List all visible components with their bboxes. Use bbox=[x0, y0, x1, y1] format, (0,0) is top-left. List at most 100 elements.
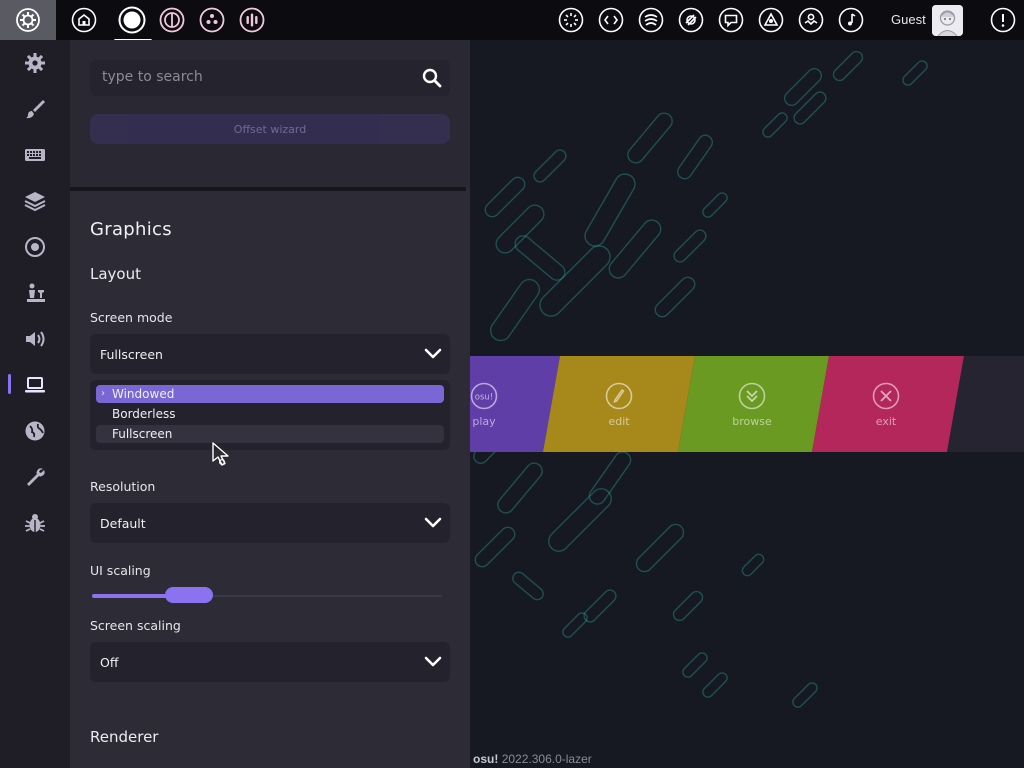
laptop-icon bbox=[25, 377, 45, 393]
bug-icon bbox=[25, 514, 45, 532]
changelog-icon bbox=[598, 7, 624, 33]
screen-mode-option-fullscreen[interactable]: Fullscreen bbox=[96, 425, 444, 443]
chat-icon bbox=[718, 7, 744, 33]
screen-scaling-value: Off bbox=[100, 655, 119, 670]
section-divider bbox=[70, 187, 466, 191]
sidebar-item-rulesets[interactable] bbox=[0, 270, 70, 316]
search-input[interactable] bbox=[102, 69, 402, 85]
sidebar-item-debug[interactable] bbox=[0, 500, 70, 546]
chevron-down-icon bbox=[424, 348, 442, 359]
sidebar-item-audio[interactable] bbox=[0, 316, 70, 362]
settings-icon bbox=[16, 8, 40, 32]
edit-label: edit bbox=[608, 414, 630, 428]
chevron-down-icon bbox=[424, 517, 442, 528]
offset-wizard-button[interactable]: Offset wizard bbox=[90, 114, 450, 144]
user-avatar[interactable] bbox=[932, 5, 963, 36]
version-label: osu! 2022.306.0-lazer bbox=[473, 752, 592, 766]
resolution-label: Resolution bbox=[90, 479, 156, 494]
screen-mode-menu: › Windowed Borderless Fullscreen bbox=[90, 380, 450, 450]
ruleset-taiko-button[interactable] bbox=[158, 0, 186, 40]
option-label: Borderless bbox=[112, 407, 176, 421]
screen-mode-option-borderless[interactable]: Borderless bbox=[96, 405, 444, 423]
ruleset-catch-button[interactable] bbox=[198, 0, 226, 40]
screen-mode-value: Fullscreen bbox=[100, 347, 163, 362]
resolution-value: Default bbox=[100, 516, 146, 531]
sidebar-item-general[interactable] bbox=[0, 40, 70, 86]
beatmap-listing-icon bbox=[678, 7, 704, 33]
changelog-button[interactable] bbox=[598, 0, 624, 40]
speaker-icon bbox=[26, 331, 45, 347]
sidebar-item-gameplay[interactable] bbox=[0, 224, 70, 270]
notifications-button[interactable] bbox=[990, 0, 1016, 40]
sidebar-item-skin[interactable] bbox=[0, 86, 70, 132]
music-icon bbox=[838, 7, 864, 33]
wrench-icon bbox=[27, 468, 45, 486]
ui-scaling-slider-knob[interactable] bbox=[164, 587, 213, 603]
active-section-indicator bbox=[8, 374, 11, 394]
news-button[interactable] bbox=[558, 0, 584, 40]
sidebar-item-maintenance-tools[interactable] bbox=[0, 454, 70, 500]
sidebar-item-graphics[interactable] bbox=[0, 362, 70, 408]
sidebar-item-input[interactable] bbox=[0, 132, 70, 178]
home-button[interactable] bbox=[70, 0, 98, 40]
toolbar: Guest bbox=[0, 0, 1024, 42]
social-button[interactable] bbox=[758, 0, 784, 40]
user-name-label[interactable]: Guest bbox=[891, 12, 926, 27]
section-title-graphics: Graphics bbox=[90, 219, 172, 240]
search-icon[interactable] bbox=[422, 68, 442, 88]
settings-panel: Offset wizard Graphics Layout Screen mod… bbox=[70, 40, 470, 768]
keyboard-icon bbox=[25, 149, 45, 161]
ruleset-mania-icon bbox=[239, 7, 265, 33]
browse-label: browse bbox=[732, 414, 772, 428]
chevron-down-icon bbox=[424, 656, 442, 667]
screen-mode-dropdown[interactable]: Fullscreen bbox=[90, 334, 450, 374]
exit-button[interactable]: exit bbox=[846, 356, 926, 452]
version-brand: osu! bbox=[473, 752, 499, 766]
osu-icon: osu! bbox=[470, 382, 498, 409]
avatar-image bbox=[932, 5, 963, 36]
chat-button[interactable] bbox=[718, 0, 744, 40]
rankings-icon bbox=[638, 7, 664, 33]
ui-scaling-label: UI scaling bbox=[90, 563, 151, 578]
browse-button[interactable]: browse bbox=[712, 356, 792, 452]
mouse-cursor-icon bbox=[212, 442, 229, 466]
screen-scaling-dropdown[interactable]: Off bbox=[90, 642, 450, 682]
option-label: Windowed bbox=[112, 387, 175, 401]
exit-icon bbox=[872, 382, 900, 409]
ruleset-osu-button[interactable] bbox=[118, 0, 146, 40]
rankings-button[interactable] bbox=[638, 0, 664, 40]
music-button[interactable] bbox=[838, 0, 864, 40]
chess-icon bbox=[27, 283, 45, 302]
settings-sidebar bbox=[0, 40, 70, 768]
ruleset-osu-icon bbox=[118, 6, 146, 34]
dashboard-button[interactable] bbox=[798, 0, 824, 40]
notification-icon bbox=[990, 7, 1016, 33]
ruleset-mania-button[interactable] bbox=[238, 0, 266, 40]
news-icon bbox=[558, 7, 584, 33]
cog-icon bbox=[25, 53, 45, 73]
ruleset-catch-icon bbox=[199, 7, 225, 33]
play-button[interactable]: osu! play bbox=[470, 356, 498, 452]
target-circle-icon bbox=[25, 237, 45, 257]
version-build: 2022.306.0-lazer bbox=[501, 752, 592, 766]
subsection-title-renderer: Renderer bbox=[90, 728, 159, 746]
exit-label: exit bbox=[875, 414, 897, 428]
screen-scaling-label: Screen scaling bbox=[90, 618, 181, 633]
screen-mode-option-windowed[interactable]: › Windowed bbox=[96, 385, 444, 403]
edit-button[interactable]: edit bbox=[579, 356, 659, 452]
globe-icon bbox=[25, 421, 45, 441]
ruleset-taiko-icon bbox=[159, 7, 185, 33]
paint-brush-icon bbox=[26, 100, 45, 119]
sidebar-item-online[interactable] bbox=[0, 408, 70, 454]
resolution-dropdown[interactable]: Default bbox=[90, 503, 450, 543]
social-icon bbox=[758, 7, 784, 33]
browse-icon bbox=[738, 382, 766, 409]
edit-icon bbox=[605, 382, 633, 409]
subsection-title-layout: Layout bbox=[90, 265, 141, 283]
beatmap-listing-button[interactable] bbox=[678, 0, 704, 40]
search-box[interactable] bbox=[90, 60, 450, 96]
osu-logo-text: osu! bbox=[475, 392, 493, 402]
settings-toggle-button[interactable] bbox=[0, 0, 56, 40]
screen-mode-label: Screen mode bbox=[90, 310, 173, 325]
sidebar-item-maintenance[interactable] bbox=[0, 178, 70, 224]
